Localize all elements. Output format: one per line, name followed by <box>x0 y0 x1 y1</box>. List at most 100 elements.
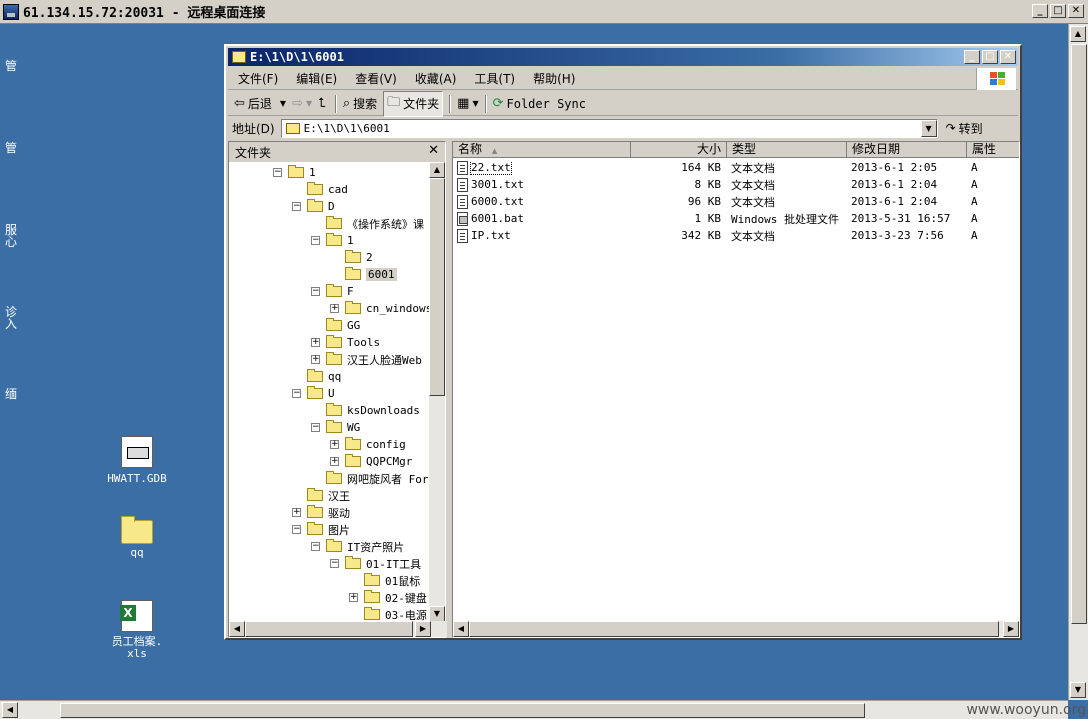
search-button[interactable]: ⌕ 搜索 <box>343 95 377 112</box>
tree-item[interactable]: − IT资产照片 <box>311 538 404 555</box>
tree-item[interactable]: 《操作系统》课 <box>311 215 424 232</box>
address-input[interactable]: E:\1\D\1\6001 ▼ <box>280 118 938 138</box>
go-button[interactable]: ↷ 转到 <box>946 120 983 137</box>
collapse-icon[interactable]: − <box>292 525 301 534</box>
file-row[interactable]: 6001.bat 1 KB Windows 批处理文件 2013-5-31 16:57… <box>453 210 1019 227</box>
scroll-thumb[interactable] <box>60 703 865 718</box>
menu-file[interactable]: 文件(F) <box>238 70 278 87</box>
tree-item[interactable]: ksDownloads <box>311 402 420 419</box>
expand-icon[interactable]: + <box>311 355 320 364</box>
tree-item[interactable]: − 图片 <box>292 521 350 538</box>
expand-icon[interactable]: + <box>311 338 320 347</box>
expand-icon[interactable]: + <box>330 457 339 466</box>
tree-item[interactable]: − 01-IT工具 <box>330 555 421 572</box>
scroll-thumb[interactable] <box>245 621 413 637</box>
file-list-horizontal-scrollbar[interactable]: ◀ ▶ <box>453 621 1019 637</box>
scroll-down-icon[interactable]: ▼ <box>1070 682 1086 698</box>
tree-item[interactable]: cad <box>292 181 348 198</box>
tree-item[interactable]: GG <box>311 317 360 334</box>
tree-item[interactable]: 03-电源 <box>349 606 427 622</box>
tree-item[interactable]: + 驱动 <box>292 504 350 521</box>
file-row[interactable]: 6000.txt 96 KB 文本文档 2013-6-1 2:04 A <box>453 193 1019 210</box>
collapse-icon[interactable]: − <box>311 236 320 245</box>
collapse-icon[interactable]: − <box>292 202 301 211</box>
file-row[interactable]: 22.txt 164 KB 文本文档 2013-6-1 2:05 A <box>453 159 1019 176</box>
tree-item[interactable]: + cn_windows_ <box>330 300 430 317</box>
tree-item[interactable]: −1 <box>311 232 354 249</box>
tree-item[interactable]: −1 <box>273 164 316 181</box>
tree-item-label: Tools <box>347 336 381 349</box>
expand-icon[interactable]: + <box>330 304 339 313</box>
file-row[interactable]: IP.txt 342 KB 文本文档 2013-3-23 7:56 A <box>453 227 1019 244</box>
tree-item[interactable]: − U <box>292 385 335 402</box>
tree-item[interactable]: + 汉王人脸通Web <box>311 351 422 368</box>
tree-item[interactable]: 2 <box>330 249 373 266</box>
collapse-icon[interactable]: − <box>311 542 320 551</box>
back-button[interactable]: ⇦ 后退 ▼ <box>234 95 286 112</box>
column-header-name[interactable]: 名称 ▲ <box>453 142 631 158</box>
minimize-button[interactable]: _ <box>964 50 980 64</box>
scroll-right-icon[interactable]: ▶ <box>1003 621 1019 637</box>
desktop-icon-employee-xls[interactable]: 员工档案. xls <box>102 600 172 660</box>
tree-item[interactable]: 6001 <box>330 266 397 283</box>
collapse-icon[interactable]: − <box>330 559 339 568</box>
scroll-right-icon[interactable]: ▶ <box>415 621 431 637</box>
tree-horizontal-scrollbar[interactable]: ◀ ▶ <box>229 621 447 637</box>
file-name-cell: 6000.txt <box>453 194 631 209</box>
tree-item[interactable]: +02-键盘 <box>349 589 427 606</box>
menu-edit[interactable]: 编辑(E) <box>296 70 337 87</box>
menu-help[interactable]: 帮助(H) <box>533 70 575 87</box>
tree-item[interactable]: 01鼠标 <box>349 572 420 589</box>
desktop-icon-hwatt[interactable]: HWATT.GDB <box>102 436 172 485</box>
menu-tools[interactable]: 工具(T) <box>474 70 515 87</box>
expand-icon[interactable]: + <box>349 593 358 602</box>
tree-vertical-scrollbar[interactable]: ▲ ▼ <box>429 162 445 622</box>
tree-item[interactable]: − F <box>311 283 354 300</box>
views-button[interactable]: ▦ ▼ <box>457 96 478 111</box>
close-button[interactable]: ✕ <box>1000 50 1016 64</box>
scroll-left-icon[interactable]: ◀ <box>229 621 245 637</box>
expand-icon[interactable]: + <box>330 440 339 449</box>
tree-item[interactable]: + config <box>330 436 406 453</box>
scroll-left-icon[interactable]: ◀ <box>453 621 469 637</box>
collapse-icon[interactable]: − <box>273 168 282 177</box>
column-header-attributes[interactable]: 属性 <box>967 142 1019 158</box>
close-pane-icon[interactable]: ✕ <box>428 143 439 158</box>
menu-view[interactable]: 查看(V) <box>355 70 397 87</box>
minimize-button[interactable]: _ <box>1032 4 1048 18</box>
column-header-type[interactable]: 类型 <box>727 142 847 158</box>
tree-item[interactable]: − WG <box>311 419 360 436</box>
scroll-down-icon[interactable]: ▼ <box>429 606 445 622</box>
forward-button[interactable]: ⇨ ▼ <box>292 96 312 111</box>
scroll-up-icon[interactable]: ▲ <box>429 162 445 178</box>
rdp-horizontal-scrollbar[interactable]: ◀ <box>0 700 1068 719</box>
up-folder-button[interactable]: ⮤ <box>318 96 329 111</box>
tree-item[interactable]: qq <box>292 368 341 385</box>
column-header-size[interactable]: 大小 <box>631 142 727 158</box>
folders-button[interactable]: 🗀 文件夹 <box>383 90 444 117</box>
tree-item[interactable]: 网吧旋风者 For <box>311 470 429 487</box>
menu-favorites[interactable]: 收藏(A) <box>415 70 457 87</box>
scroll-left-icon[interactable]: ◀ <box>2 702 18 718</box>
close-button[interactable]: ✕ <box>1068 4 1084 18</box>
collapse-icon[interactable]: − <box>311 287 320 296</box>
rdp-vertical-scrollbar[interactable]: ▲ ▼ <box>1068 24 1088 700</box>
scroll-up-icon[interactable]: ▲ <box>1070 26 1086 42</box>
tree-item[interactable]: + Tools <box>311 334 380 351</box>
maximize-button[interactable]: □ <box>982 50 998 64</box>
address-dropdown-button[interactable]: ▼ <box>920 119 937 137</box>
expand-icon[interactable]: + <box>292 508 301 517</box>
collapse-icon[interactable]: − <box>292 389 301 398</box>
tree-item[interactable]: + QQPCMgr <box>330 453 412 470</box>
tree-item[interactable]: − D <box>292 198 335 215</box>
collapse-icon[interactable]: − <box>311 423 320 432</box>
desktop-icon-qq[interactable]: qq <box>102 516 172 559</box>
folder-sync-button[interactable]: ⟳ Folder Sync <box>493 96 586 111</box>
maximize-button[interactable]: □ <box>1050 4 1066 18</box>
scroll-thumb[interactable] <box>469 621 999 637</box>
scroll-thumb[interactable] <box>429 178 445 396</box>
file-row[interactable]: 3001.txt 8 KB 文本文档 2013-6-1 2:04 A <box>453 176 1019 193</box>
tree-item[interactable]: 汉王 <box>292 487 350 504</box>
column-header-date[interactable]: 修改日期 <box>847 142 967 158</box>
scroll-thumb[interactable] <box>1071 44 1087 624</box>
